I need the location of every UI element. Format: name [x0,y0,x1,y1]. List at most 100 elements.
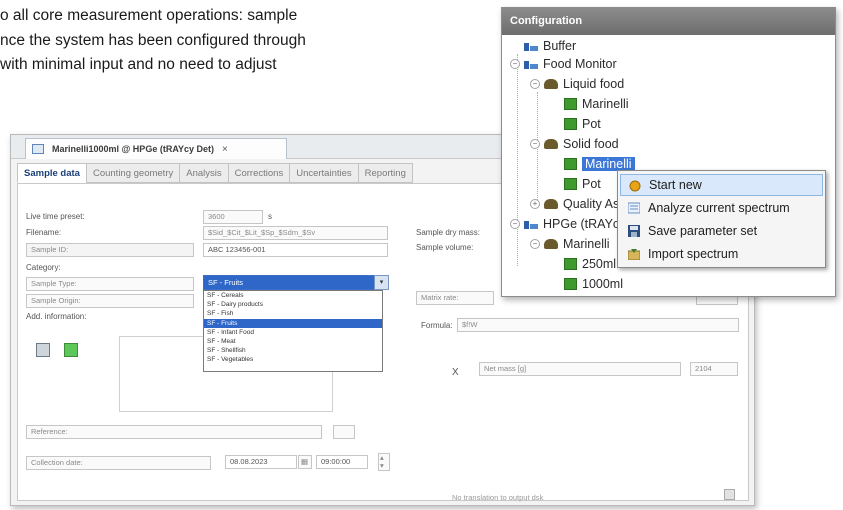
category-select[interactable]: SF - Fruits [203,275,383,290]
menu-item-save-parameter-set[interactable]: Save parameter set [620,220,823,242]
geometry-icon [564,98,577,110]
category-option[interactable]: SF - Infant Food [204,328,382,337]
live-time-input[interactable]: 3600 [203,210,263,224]
category-option[interactable]: SF - Cereals [204,291,382,300]
category-option[interactable]: SF - Shellfish [204,346,382,355]
chevron-down-icon[interactable]: ▾ [374,275,389,290]
add-icon[interactable] [64,343,78,357]
collapse-icon[interactable]: − [530,139,540,149]
sample-dry-label: Sample dry mass: [416,228,481,237]
calendar-icon[interactable]: ▦ [298,455,312,469]
category-option[interactable]: SF - Dairy products [204,300,382,309]
tree-node-label: Marinelli [563,237,610,251]
reference-label: Reference: [31,427,68,436]
reference-input[interactable]: Reference: [26,425,322,439]
tree-node-250ml[interactable]: 250ml [564,256,616,272]
collection-date-label: Collection date: [31,458,83,467]
menu-item-label: Start new [649,178,702,192]
category-option[interactable]: SF - Fish [204,309,382,318]
tree-node-label: Food Monitor [543,57,617,71]
x-label: X [452,367,459,378]
detector-icon [524,219,538,229]
save-icon[interactable] [36,343,50,357]
geometry-icon [564,118,577,130]
tree-node-label: Buffer [543,39,577,53]
intro-line: with minimal input and no need to adjust [0,56,277,73]
tree-node-liquid-food[interactable]: − Liquid food [530,76,624,92]
geometry-icon [564,178,577,190]
food-icon [544,139,558,149]
tree-node-label: Pot [582,177,601,191]
close-icon[interactable]: × [222,144,228,155]
tree-node-label: Marinelli [582,157,635,171]
detector-icon [524,59,538,69]
filename-label: Filename: [26,228,62,237]
tree-node-quality[interactable]: + Quality As [530,196,619,212]
tree-node-marinelli[interactable]: Marinelli [564,96,629,112]
formula-label: Formula: [421,321,453,330]
tab-corrections[interactable]: Corrections [227,163,290,183]
tree-node-1000ml[interactable]: 1000ml [564,276,623,292]
intro-line: nce the system has been configured throu… [0,31,306,49]
start-icon [629,180,641,192]
collapse-icon[interactable]: − [510,219,520,229]
grid-icon[interactable] [724,489,735,500]
category-option[interactable]: SF - Vegetables [204,355,382,364]
tree-node-pot[interactable]: Pot [564,116,601,132]
tab-uncertainties[interactable]: Uncertainties [289,163,358,183]
collapse-icon[interactable]: − [530,79,540,89]
sample-id-label-box: Sample ID: [26,243,194,257]
matrix-rate-input[interactable]: Matrix rate: [416,291,494,305]
net-mass-input[interactable]: Net mass [g] [479,362,681,376]
configuration-title: Configuration [502,8,835,35]
net-mass-value-input[interactable]: 2104 [690,362,738,376]
save-icon [628,225,640,237]
no-translation-label: No translation to output dsk [452,493,544,502]
filename-input[interactable]: $Sid_$Cit_$Lit_$Sp_$Sdm_$Sv [203,226,388,240]
tree-node-buffer[interactable]: Buffer [524,38,576,54]
food-icon [544,239,558,249]
tree-node-marinelli[interactable]: − Marinelli [530,236,610,252]
date-input[interactable]: 08.08.2023 [225,455,297,469]
geometry-icon [564,258,577,270]
menu-item-label: Save parameter set [648,224,758,238]
expand-icon[interactable]: + [530,199,540,209]
category-option[interactable]: SF - Meat [204,337,382,346]
live-time-unit: s [268,212,272,221]
menu-item-analyze-spectrum[interactable]: Analyze current spectrum [620,197,823,219]
collapse-icon[interactable]: − [530,239,540,249]
document-tab[interactable]: Marinelli1000ml @ HPGe (tRAYcy Det) × [25,138,287,159]
tab-sample-data[interactable]: Sample data [17,163,86,183]
tree-node-pot[interactable]: Pot [564,176,601,192]
geometry-icon [564,278,577,290]
sample-origin-label-box: Sample Origin: [26,294,194,308]
tree-node-solid-food[interactable]: − Solid food [530,136,619,152]
category-option-selected[interactable]: SF - Fruits [204,318,382,328]
sample-volume-label: Sample volume: [416,243,474,252]
formula-input[interactable]: $f!W [457,318,739,332]
menu-item-start-new[interactable]: Start new [620,174,823,196]
time-spinner-icon[interactable]: ▴ ▾ [378,453,390,471]
tab-analysis[interactable]: Analysis [179,163,228,183]
tab-reporting[interactable]: Reporting [357,163,413,183]
menu-item-import-spectrum[interactable]: Import spectrum [620,243,823,265]
geometry-icon [564,158,577,170]
reference-aux-input[interactable] [333,425,355,439]
sample-id-input[interactable]: ABC 123456-001 [203,243,388,257]
collapse-icon[interactable]: − [510,59,520,69]
tree-guide-line [517,54,518,266]
tree-node-hpge[interactable]: − HPGe (tRAYc [510,216,619,232]
analyze-icon [628,202,640,214]
tree-node-food-monitor[interactable]: − Food Monitor [510,56,617,72]
menu-item-label: Analyze current spectrum [648,201,790,215]
category-dropdown-list: SF - Cereals SF - Dairy products SF - Fi… [203,290,383,372]
tree-node-label: Marinelli [582,97,629,111]
tree-node-label: Liquid food [563,77,625,91]
food-icon [544,79,558,89]
food-icon [544,199,558,209]
time-input[interactable]: 09:00:00 [316,455,368,469]
category-label: Category: [26,263,61,272]
tree-node-label: Solid food [563,137,619,151]
tree-node-label: Pot [582,117,601,131]
tab-counting-geometry[interactable]: Counting geometry [85,163,180,183]
